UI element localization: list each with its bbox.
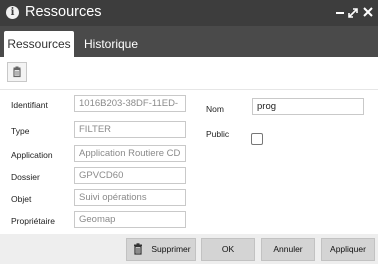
application-label: Application (11, 150, 53, 160)
supprimer-label: Supprimer (151, 244, 191, 254)
identifiant-field[interactable]: 1016B203-38DF-11ED- (74, 95, 186, 112)
toolbar-divider (0, 89, 378, 90)
type-label: Type (11, 126, 30, 136)
nom-field[interactable]: prog (252, 98, 364, 115)
tab-historique[interactable]: Historique (82, 31, 140, 57)
trash-icon (131, 241, 145, 265)
proprietaire-field[interactable]: Geomap (74, 211, 186, 228)
objet-label: Objet (11, 194, 32, 204)
supprimer-button[interactable]: Supprimer (126, 238, 196, 261)
application-field[interactable]: Application Routiere CD (74, 145, 186, 162)
window-title: Ressources (25, 4, 102, 20)
window-titlebar: i Ressources (0, 0, 378, 26)
public-label: Public (206, 129, 230, 139)
nom-label: Nom (206, 104, 224, 114)
identifiant-label: Identifiant (11, 100, 48, 110)
dossier-label: Dossier (11, 172, 40, 182)
dossier-field[interactable]: GPVCD60 (74, 167, 186, 184)
close-icon[interactable] (360, 3, 376, 21)
ok-button[interactable]: OK (201, 238, 255, 261)
annuler-button[interactable]: Annuler (261, 238, 315, 261)
maximize-icon[interactable] (345, 3, 361, 21)
public-checkbox[interactable] (251, 133, 263, 145)
tab-bar: Ressources Historique (0, 26, 378, 57)
delete-toolbar-button[interactable] (7, 62, 27, 82)
trash-icon (8, 66, 26, 85)
appliquer-button[interactable]: Appliquer (321, 238, 375, 261)
proprietaire-label: Propriétaire (11, 216, 55, 226)
objet-field[interactable]: Suivi opérations (74, 189, 186, 206)
info-icon: i (6, 6, 19, 19)
tab-ressources[interactable]: Ressources (4, 31, 74, 57)
type-field[interactable]: FILTER (74, 121, 186, 138)
